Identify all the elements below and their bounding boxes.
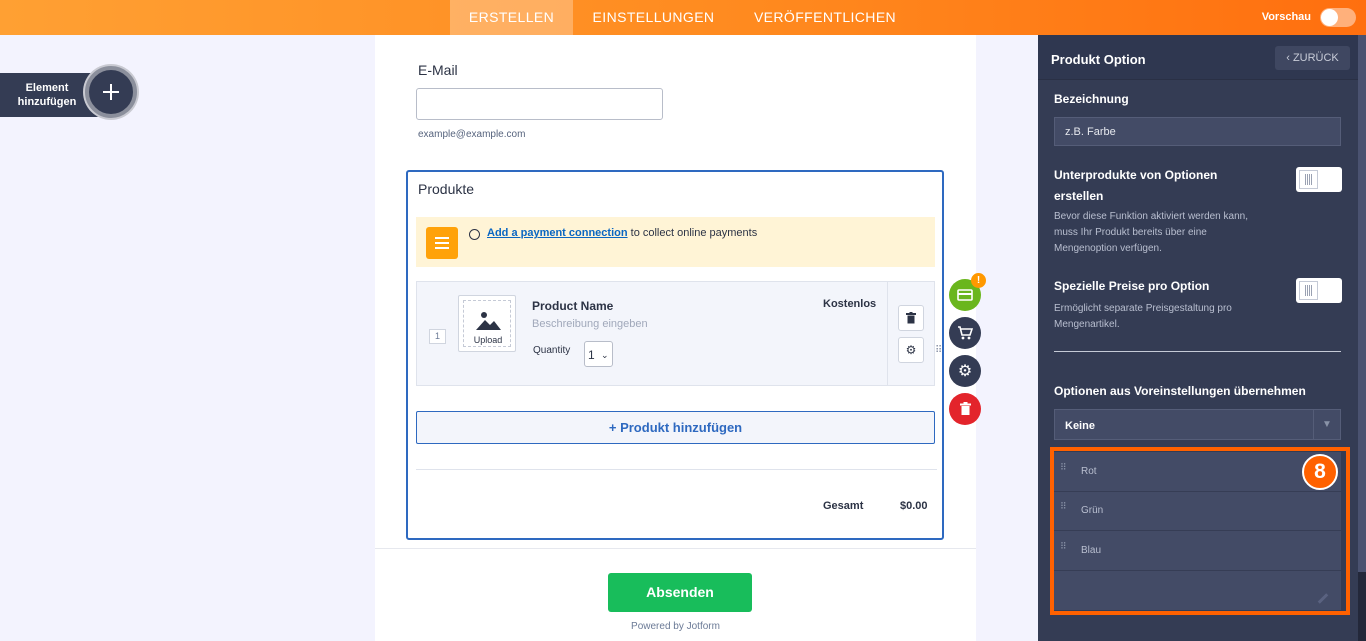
preview-toggle[interactable] <box>1320 8 1356 27</box>
add-product-button[interactable]: + Produkt hinzufügen <box>416 411 935 444</box>
email-field[interactable] <box>416 88 663 120</box>
preset-value: Keine <box>1065 420 1095 432</box>
subproducts-toggle[interactable] <box>1296 167 1342 192</box>
quantity-label: Quantity <box>533 345 571 356</box>
product-number: 1 <box>429 329 446 344</box>
product-settings-button[interactable]: ⚙ <box>898 337 924 363</box>
preview-label: Vorschau <box>1261 11 1311 23</box>
product-tools: ⚙ <box>887 282 935 385</box>
total-value: $0.00 <box>900 500 928 512</box>
panel-header: Produkt Option ‹ ZURÜCK <box>1038 35 1358 80</box>
product-price: Kostenlos <box>823 298 877 310</box>
name-input[interactable]: z.B. Farbe <box>1054 117 1341 146</box>
trash-icon <box>906 312 916 324</box>
warning-badge: ! <box>971 273 986 288</box>
tab-einstellungen[interactable]: EINSTELLUNGEN <box>583 0 724 35</box>
products-title: Produkte <box>418 181 475 197</box>
toggle-knob <box>1299 281 1318 300</box>
product-image-upload[interactable]: Upload <box>458 295 516 352</box>
quantity-select[interactable]: 1 ⌄ <box>584 341 613 367</box>
panel-scrollbar[interactable] <box>1358 35 1366 572</box>
panel-title: Produkt Option <box>1051 52 1146 67</box>
form-canvas: E-Mail example@example.com Produkte Add … <box>375 35 976 641</box>
product-name[interactable]: Product Name <box>532 299 613 313</box>
delete-field-button[interactable] <box>949 393 981 425</box>
product-item[interactable]: 1 Upload Product Name Beschreibung einge… <box>416 281 942 386</box>
cart-button[interactable] <box>949 317 981 349</box>
upload-dropzone: Upload <box>463 300 511 347</box>
special-prices-label: Spezielle Preise pro Option <box>1054 279 1210 293</box>
divider <box>1054 351 1341 352</box>
builder-canvas-left <box>0 35 375 641</box>
image-icon <box>476 312 501 330</box>
upload-label: Upload <box>473 335 503 345</box>
preset-select[interactable]: Keine ▼ <box>1054 409 1341 440</box>
notice-message: to collect online payments <box>630 227 758 239</box>
shopping-cart-icon <box>958 326 974 340</box>
toggle-knob <box>1299 170 1318 189</box>
delete-product-button[interactable] <box>898 305 924 331</box>
gear-icon: ⚙ <box>905 343 917 357</box>
chevron-left-icon: ‹ <box>1286 52 1293 64</box>
back-button[interactable]: ‹ ZURÜCK <box>1275 46 1350 70</box>
chevron-down-icon: ⌄ <box>601 350 609 360</box>
subproducts-description: Bevor diese Funktion aktiviert werden ka… <box>1054 211 1248 254</box>
plus-icon[interactable] <box>85 66 137 118</box>
email-label: E-Mail <box>418 62 458 78</box>
powered-by: Powered by Jotform <box>631 621 720 632</box>
step-badge: 8 <box>1302 454 1338 490</box>
caret-down-icon: ▼ <box>1313 410 1340 439</box>
product-description[interactable]: Beschreibung eingeben <box>532 318 648 330</box>
preset-label: Optionen aus Voreinstellungen übernehmen <box>1054 384 1306 398</box>
trash-icon <box>959 402 971 415</box>
gear-icon: ⚙ <box>957 363 973 380</box>
drag-handle-icon[interactable]: ⠿ <box>935 346 943 356</box>
add-element-label: Element hinzufügen <box>17 82 77 108</box>
credit-card-icon <box>957 289 973 301</box>
quantity-value: 1 <box>588 348 595 362</box>
subproducts-label: Unterprodukte von Optionen erstellen <box>1054 168 1218 203</box>
notice-text: Add a payment connection to collect onli… <box>487 227 757 239</box>
special-prices-description: Ermöglicht separate Preisgestaltung pro … <box>1054 303 1232 330</box>
submit-button[interactable]: Absenden <box>608 573 752 612</box>
payment-notice: Add a payment connection to collect onli… <box>416 217 935 267</box>
tab-erstellen[interactable]: ERSTELLEN <box>450 0 573 35</box>
tab-veroeffentlichen[interactable]: VERÖFFENTLICHEN <box>745 0 905 35</box>
email-sublabel: example@example.com <box>418 129 526 140</box>
preview-toggle-knob <box>1321 9 1338 26</box>
back-label: ZURÜCK <box>1292 52 1339 64</box>
builder-canvas-right <box>976 35 1038 641</box>
field-settings-button[interactable]: ⚙ <box>949 355 981 387</box>
products-field[interactable]: Produkte Add a payment connection to col… <box>406 170 944 540</box>
scrollbar-track <box>1358 572 1366 641</box>
name-label: Bezeichnung <box>1054 92 1129 106</box>
special-prices-toggle[interactable] <box>1296 278 1342 303</box>
divider <box>416 469 937 470</box>
top-navigation-bar: ERSTELLEN EINSTELLUNGEN VERÖFFENTLICHEN … <box>0 0 1366 35</box>
info-circle-icon <box>469 229 480 240</box>
checklist-icon <box>426 227 458 259</box>
total-label: Gesamt <box>823 500 864 512</box>
add-payment-connection-link[interactable]: Add a payment connection <box>487 227 628 239</box>
submit-divider <box>375 548 976 549</box>
